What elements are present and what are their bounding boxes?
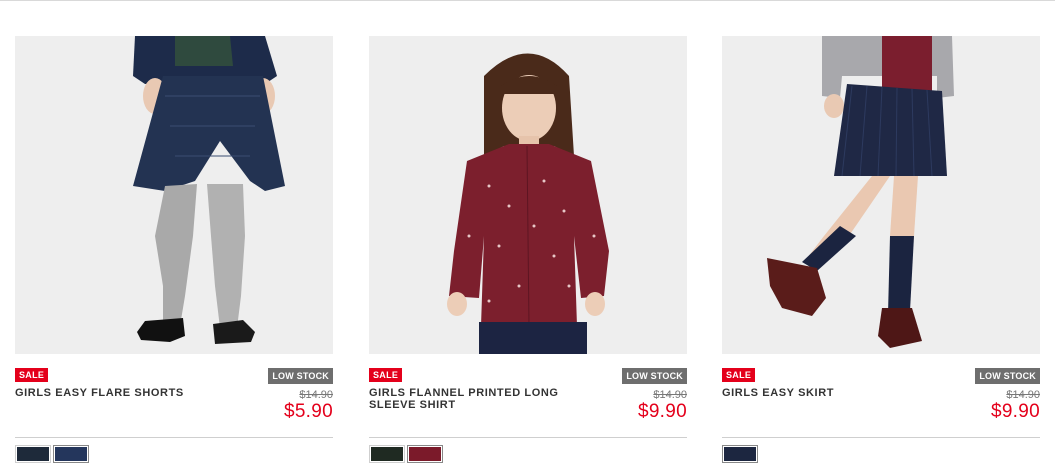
card-divider — [15, 437, 333, 438]
flannel-shirt-photo-icon — [369, 36, 687, 354]
low-stock-badge: LOW STOCK — [268, 368, 333, 384]
color-swatch[interactable] — [15, 445, 51, 463]
product-card[interactable]: SALE LOW STOCK GIRLS EASY SKIRT $14.90 $… — [722, 36, 1040, 468]
sale-price: $9.90 — [637, 401, 687, 422]
product-image-flannel-shirt[interactable] — [369, 36, 687, 354]
original-price: $14.90 — [653, 389, 687, 401]
swatch-fill — [371, 447, 403, 461]
product-image-easy-skirt[interactable] — [722, 36, 1040, 354]
flare-shorts-photo-icon — [15, 36, 333, 354]
sale-price: $5.90 — [283, 401, 333, 422]
sale-badge: SALE — [15, 368, 49, 382]
card-divider — [369, 437, 687, 438]
original-price: $14.90 — [299, 389, 333, 401]
low-stock-badge: LOW STOCK — [622, 368, 687, 384]
original-price: $14.90 — [1006, 389, 1040, 401]
product-grid: SALE LOW STOCK GIRLS EASY FLARE SHORTS $… — [0, 0, 1055, 468]
color-swatch[interactable] — [407, 445, 443, 463]
badges: SALE LOW STOCK — [15, 368, 333, 384]
swatch-fill — [55, 447, 87, 461]
color-swatches — [15, 445, 91, 463]
sale-badge: SALE — [722, 368, 756, 382]
badges: SALE LOW STOCK — [722, 368, 1040, 384]
sale-price: $9.90 — [990, 401, 1040, 422]
swatch-fill — [724, 447, 756, 461]
product-name[interactable]: GIRLS EASY SKIRT — [722, 387, 952, 399]
easy-skirt-photo-icon — [722, 36, 1040, 354]
color-swatches — [722, 445, 760, 463]
badges: SALE LOW STOCK — [369, 368, 687, 384]
color-swatch[interactable] — [53, 445, 89, 463]
sale-badge: SALE — [369, 368, 403, 382]
product-card[interactable]: SALE LOW STOCK GIRLS FLANNEL PRINTED LON… — [369, 36, 687, 468]
product-name[interactable]: GIRLS FLANNEL PRINTED LONG SLEEVE SHIRT — [369, 387, 599, 411]
product-image-flare-shorts[interactable] — [15, 36, 333, 354]
card-divider — [722, 437, 1040, 438]
color-swatch[interactable] — [369, 445, 405, 463]
swatch-fill — [409, 447, 441, 461]
product-name[interactable]: GIRLS EASY FLARE SHORTS — [15, 387, 245, 399]
product-card[interactable]: SALE LOW STOCK GIRLS EASY FLARE SHORTS $… — [15, 36, 333, 468]
color-swatch[interactable] — [722, 445, 758, 463]
low-stock-badge: LOW STOCK — [975, 368, 1040, 384]
swatch-fill — [17, 447, 49, 461]
color-swatches — [369, 445, 445, 463]
